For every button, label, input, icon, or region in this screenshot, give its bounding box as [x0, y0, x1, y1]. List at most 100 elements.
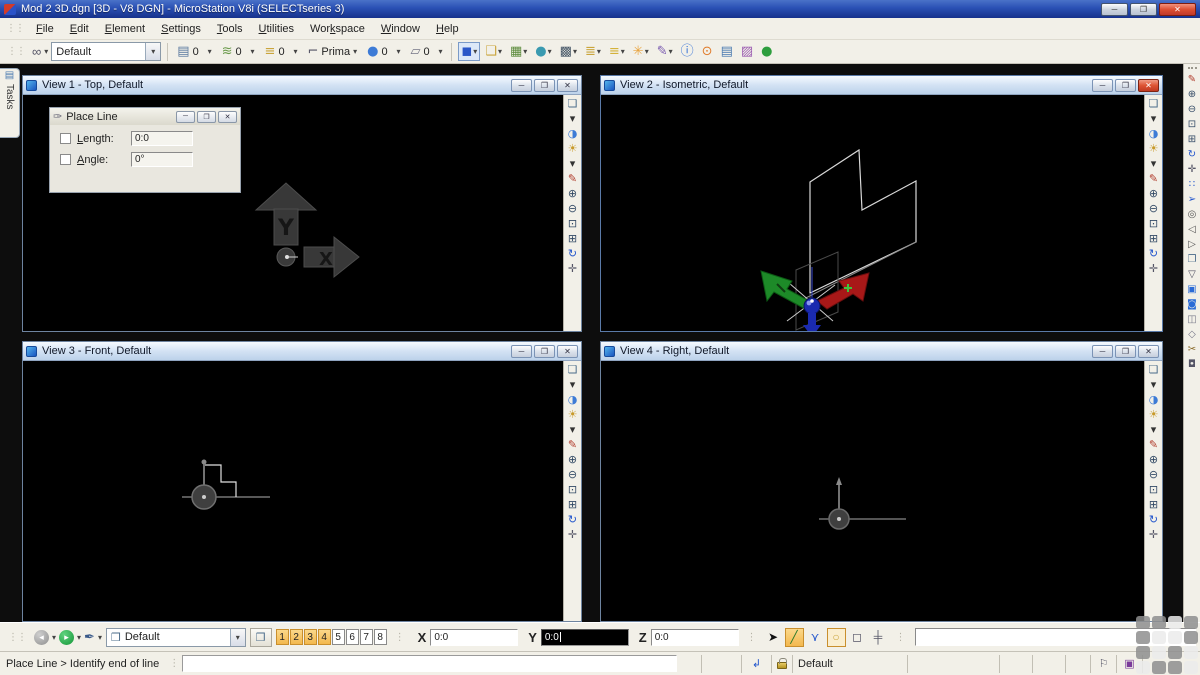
- menu-workspace[interactable]: Workspace: [302, 20, 373, 38]
- view-attributes-icon[interactable]: ❏: [1149, 98, 1159, 109]
- active-color-field[interactable]: ≋ 0 ▾: [219, 44, 258, 59]
- active-linestyle-field[interactable]: ≡ 0 ▾: [262, 44, 301, 59]
- markups-button[interactable]: ▨: [738, 42, 756, 61]
- angle-checkbox[interactable]: [60, 154, 71, 165]
- close-button[interactable]: ✕: [1159, 2, 1196, 16]
- window-area-icon[interactable]: ⊡: [568, 484, 577, 495]
- menu-window[interactable]: Window: [373, 20, 428, 38]
- view-next-icon[interactable]: ▷: [1188, 240, 1196, 250]
- dropdown-icon[interactable]: ▾: [251, 47, 255, 56]
- view-toggle-1[interactable]: 1: [275, 629, 289, 645]
- active-level-field[interactable]: ▤ 0 ▾: [174, 44, 214, 59]
- raster-manager-button[interactable]: ▦ ▾: [507, 42, 530, 61]
- minimize-button[interactable]: ─: [1101, 2, 1128, 16]
- fit-view-icon[interactable]: ⊞: [568, 233, 577, 244]
- view-restore-button[interactable]: ❐: [1115, 344, 1136, 358]
- active-element-template-icon[interactable]: ∞: [32, 44, 41, 59]
- view-close-button[interactable]: ✕: [1138, 344, 1159, 358]
- view-close-button[interactable]: ✕: [1138, 78, 1159, 92]
- view-attributes-dropdown-icon[interactable]: ▾: [570, 379, 576, 390]
- place-line-dialog-titlebar[interactable]: ✑ Place Line ─ ❐ ✕: [50, 108, 240, 125]
- menu-utilities[interactable]: Utilities: [251, 20, 302, 38]
- view-minimize-button[interactable]: ─: [511, 78, 532, 92]
- dropdown-icon[interactable]: ▾: [293, 47, 297, 56]
- fly-icon[interactable]: ➢: [1188, 195, 1196, 205]
- manage-view-groups-button[interactable]: ❒: [249, 627, 272, 647]
- angle-input[interactable]: 0°: [131, 152, 193, 167]
- dropdown-icon[interactable]: ▾: [621, 47, 625, 56]
- rotate-view-icon[interactable]: ↻: [1149, 248, 1158, 259]
- dropdown-icon[interactable]: ▾: [669, 47, 673, 56]
- view-toggle-2[interactable]: 2: [289, 629, 303, 645]
- combo-caret[interactable]: ▾: [229, 628, 245, 646]
- attributes-dropdown-icon[interactable]: ▾: [44, 47, 48, 56]
- copy-view-icon[interactable]: ❐: [1188, 255, 1197, 265]
- menu-tools[interactable]: Tools: [209, 20, 251, 38]
- pan-view-icon[interactable]: ✛: [1149, 263, 1158, 274]
- z-coordinate-input[interactable]: 0:0: [650, 628, 739, 646]
- rotate-view-icon[interactable]: ↻: [1188, 150, 1196, 160]
- references-button[interactable]: ❑ ▾: [482, 42, 505, 61]
- rotate-view-icon[interactable]: ↻: [568, 514, 577, 525]
- camera-settings-icon[interactable]: ◫: [1187, 315, 1196, 325]
- display-style-icon[interactable]: ◑: [568, 394, 578, 405]
- app-titlebar[interactable]: Mod 2 3D.dgn [3D - V8 DGN] - MicroStatio…: [0, 0, 1200, 18]
- clip-volume-icon[interactable]: ▽: [1188, 270, 1196, 280]
- menu-settings[interactable]: Settings: [153, 20, 209, 38]
- view-attributes-icon[interactable]: ❏: [568, 364, 578, 375]
- navigate-view-icon[interactable]: ◎: [1188, 210, 1197, 220]
- dropdown-icon[interactable]: ▾: [438, 47, 442, 56]
- view-1-canvas[interactable]: Y X ✑ Place Line ─ ❐ ✕ Length: 0:0 Angle…: [23, 95, 581, 331]
- view-toggle-4[interactable]: 4: [317, 629, 331, 645]
- forward-icon[interactable]: ▸: [59, 629, 75, 645]
- element-template-combo[interactable]: Default ▾: [51, 42, 162, 61]
- menu-edit[interactable]: Edit: [62, 20, 97, 38]
- view-close-button[interactable]: ✕: [557, 78, 578, 92]
- point-clouds-button[interactable]: ● ▾: [532, 42, 554, 61]
- snap-mode-icon[interactable]: ↲: [741, 654, 771, 673]
- zoom-out-icon[interactable]: ⊖: [1149, 469, 1158, 480]
- restore-button[interactable]: ❐: [1130, 2, 1157, 16]
- pan-view-icon[interactable]: ✛: [568, 529, 577, 540]
- toolbar-grip[interactable]: ⋮⋮: [7, 46, 26, 57]
- active-mode-status[interactable]: Default: [792, 654, 907, 673]
- brightness-dropdown-icon[interactable]: ▾: [570, 424, 576, 435]
- walk-icon[interactable]: ∷: [1189, 180, 1195, 190]
- adjust-brightness-icon[interactable]: ☀: [1149, 409, 1159, 420]
- zoom-in-icon[interactable]: ⊕: [568, 454, 577, 465]
- forward-dropdown-icon[interactable]: ▾: [77, 633, 81, 642]
- dropdown-icon[interactable]: ▾: [498, 47, 502, 56]
- menu-file[interactable]: File: [28, 20, 62, 38]
- accusnap-icon[interactable]: ○: [826, 627, 846, 647]
- view-group-combo[interactable]: ❒ Default ▾: [105, 627, 246, 647]
- pan-view-icon[interactable]: ✛: [1149, 529, 1158, 540]
- level-manager-button[interactable]: ≡ ▾: [606, 42, 628, 61]
- tasks-tab[interactable]: ▤ Tasks: [0, 68, 20, 138]
- menu-element[interactable]: Element: [97, 20, 153, 38]
- display-style-icon[interactable]: ◑: [568, 128, 578, 139]
- view-minimize-button[interactable]: ─: [1092, 78, 1113, 92]
- combo-caret[interactable]: ▾: [145, 43, 161, 60]
- dropdown-icon[interactable]: ▾: [208, 47, 212, 56]
- window-area-icon[interactable]: ⊡: [1149, 484, 1158, 495]
- view-1-titlebar[interactable]: View 1 - Top, Default ─ ❐ ✕: [23, 76, 581, 95]
- view-attributes-dropdown-icon[interactable]: ▾: [1151, 379, 1157, 390]
- saved-view-icon[interactable]: ◙: [1187, 300, 1197, 310]
- update-view-icon[interactable]: ✎: [568, 439, 577, 450]
- view-attributes-icon[interactable]: ❏: [1149, 364, 1159, 375]
- models-button[interactable]: ◼ ▾: [458, 42, 481, 61]
- zoom-out-icon[interactable]: ⊖: [568, 203, 577, 214]
- view-toggle-3[interactable]: 3: [303, 629, 317, 645]
- window-area-icon[interactable]: ⊡: [1188, 120, 1196, 130]
- design-history-button[interactable]: ≣ ▾: [582, 42, 604, 61]
- y-coordinate-input[interactable]: 0:0: [540, 628, 629, 646]
- view-3-canvas[interactable]: ❏ ▾ ◑ ☀ ▾ ✎ ⊕ ⊖ ⊡ ⊞ ↻ ✛: [23, 361, 581, 621]
- brightness-dropdown-icon[interactable]: ▾: [1151, 424, 1157, 435]
- rotate-view-icon[interactable]: ↻: [1149, 514, 1158, 525]
- pan-view-icon[interactable]: ✛: [1188, 165, 1196, 175]
- zoom-in-icon[interactable]: ⊕: [1149, 454, 1158, 465]
- fit-view-icon[interactable]: ⊞: [1149, 499, 1158, 510]
- window-area-icon[interactable]: ⊡: [1149, 218, 1158, 229]
- length-checkbox[interactable]: [60, 133, 71, 144]
- view-toggle-6[interactable]: 6: [345, 629, 359, 645]
